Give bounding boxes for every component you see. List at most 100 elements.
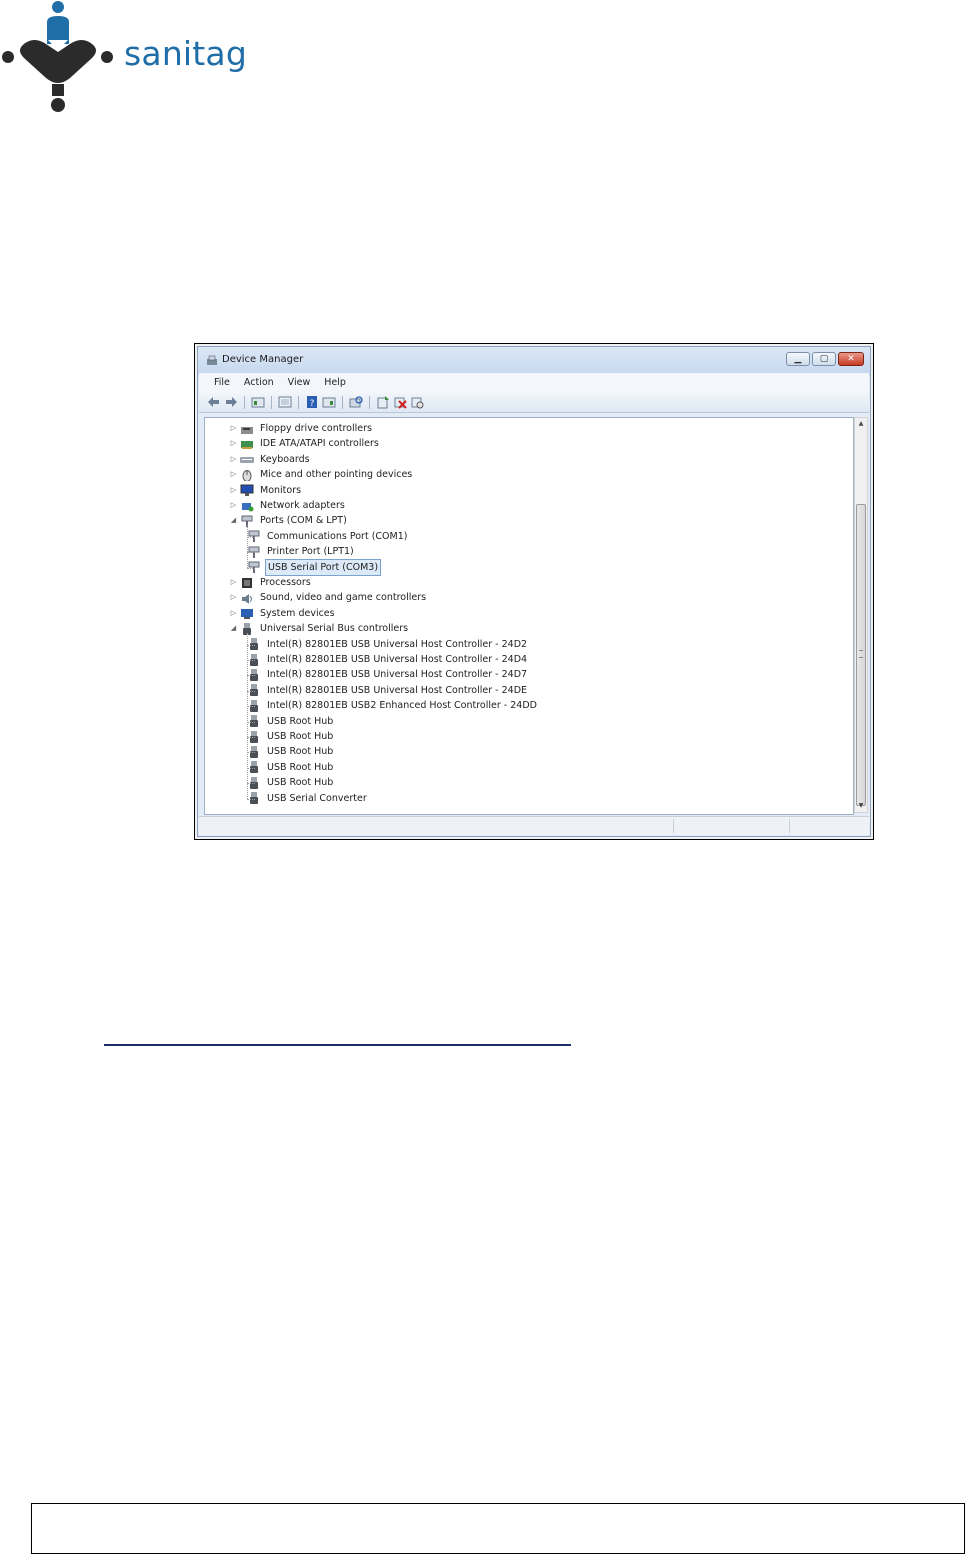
tree-category[interactable]: ▷ IDE ATA/ATAPI controllers [229,436,381,451]
tree-device[interactable]: Intel(R) 82801EB USB Universal Host Cont… [245,667,529,682]
tree-device[interactable]: Intel(R) 82801EB USB Universal Host Cont… [245,637,529,652]
maximize-button[interactable]: ▢ [812,352,836,366]
expand-arrow-icon[interactable]: ▷ [229,421,238,436]
tree-category[interactable]: ▷ System devices [229,606,337,621]
tree-connector [247,690,255,692]
toolbar-separator [244,395,245,409]
tree-device[interactable]: Intel(R) 82801EB USB Universal Host Cont… [245,683,529,698]
tree-item-label: USB Root Hub [267,731,334,742]
tree-category[interactable]: ▷ Monitors [229,483,303,498]
properties-icon[interactable] [251,395,265,409]
tree-item-label: Keyboards [260,453,310,465]
tree-category[interactable]: ▷ Network adapters [229,498,347,513]
ide-controller-icon [241,440,253,449]
tree-item-label: Intel(R) 82801EB USB Universal Host Cont… [267,684,528,696]
expand-arrow-icon[interactable]: ▷ [229,467,238,482]
back-arrow-icon[interactable] [207,395,221,409]
collapse-arrow-icon[interactable]: ◢ [229,621,238,636]
tree-device[interactable]: USB Serial Converter [245,791,369,806]
tree-category[interactable]: ▷ Mice and other pointing devices [229,467,414,482]
tree-item-label: USB Root Hub [267,777,334,789]
scroll-down-icon[interactable]: ▼ [855,800,867,812]
processor-icon [242,577,252,588]
maximize-icon: ▢ [819,354,829,364]
tree-item-label: System devices [260,607,335,619]
expand-arrow-icon[interactable]: ▷ [229,498,238,513]
title-bar[interactable]: Device Manager ▁ ▢ ✕ [198,347,870,373]
tree-item-label: USB Root Hub [267,746,334,758]
minimize-button[interactable]: ▁ [786,352,810,366]
tree-category[interactable]: ▷ Floppy drive controllers [229,421,374,436]
toolbar: ? [199,392,869,413]
tree-connector [247,798,255,800]
menu-help[interactable]: Help [317,377,353,388]
tree-device[interactable]: USB Root Hub [245,744,335,759]
expand-arrow-icon[interactable]: ▷ [229,606,238,621]
scan-hardware-icon[interactable] [349,395,363,409]
tree-category[interactable]: ▷ Keyboards [229,452,312,467]
expand-arrow-icon[interactable]: ▷ [229,590,238,605]
tree-device[interactable]: USB Root Hub [245,760,335,775]
monitor-icon [240,484,254,497]
tree-connector [247,721,255,723]
tree-category[interactable]: ◢ Universal Serial Bus controllers [229,621,410,636]
tree-item-label: Intel(R) 82801EB USB Universal Host Cont… [267,638,528,650]
tree-connector [247,767,255,769]
brand-name: sanitag [124,34,248,73]
tree-device[interactable]: USB Serial Port (COM3) [245,558,382,576]
status-bar-divider [789,819,790,833]
expand-arrow-icon[interactable]: ▷ [229,436,238,451]
expand-arrow-icon[interactable]: ▷ [229,575,238,590]
tree-category[interactable]: ▷ Sound, video and game controllers [229,590,428,605]
toolbar-separator [271,395,272,409]
tree-item-label: USB Root Hub [267,761,334,773]
tree-connector [247,660,255,661]
help-icon[interactable]: ? [305,395,319,409]
close-button[interactable]: ✕ [838,352,864,366]
scroll-up-icon[interactable]: ▲ [855,418,867,430]
tree-category[interactable]: ▷ Processors [229,575,313,590]
tree-connector [247,706,255,708]
expand-arrow-icon[interactable]: ▷ [229,452,238,467]
tree-device[interactable]: Communications Port (COM1) [245,529,409,544]
disable-icon[interactable] [410,395,424,409]
status-bar-divider [673,819,674,833]
footer-box [31,1503,965,1554]
collapse-arrow-icon[interactable]: ◢ [229,513,238,528]
tree-item-label: Intel(R) 82801EB USB Universal Host Cont… [267,669,528,681]
menu-file[interactable]: File [207,377,237,388]
tree-connector [247,633,248,799]
tree-device[interactable]: USB Root Hub [245,775,335,790]
mouse-icon [242,469,252,481]
menu-view[interactable]: View [281,377,318,388]
tree-connector [247,752,255,754]
vertical-scrollbar[interactable]: ▲ ▼ [854,417,868,813]
update-driver-icon[interactable] [376,395,390,409]
tree-device[interactable]: USB Root Hub [245,714,335,729]
svg-text:?: ? [310,399,315,409]
tree-item-label: USB Root Hub [267,715,334,727]
tree-device[interactable]: Intel(R) 82801EB USB2 Enhanced Host Cont… [245,698,539,713]
show-hide-console-tree-icon[interactable] [278,395,292,409]
device-manager-app-icon [207,355,217,365]
tree-device[interactable]: Printer Port (LPT1) [245,544,356,559]
network-adapter-icon [242,502,254,511]
menu-action[interactable]: Action [237,377,281,388]
tree-item-label: Network adapters [260,500,345,511]
tree-item-label: Intel(R) 82801EB USB Universal Host Cont… [267,654,528,665]
speaker-icon [242,593,252,604]
uninstall-icon[interactable] [393,395,407,409]
close-icon: ✕ [847,354,855,364]
scrollbar-grip [859,650,863,658]
tree-item-label: Mice and other pointing devices [260,469,413,481]
tree-device[interactable]: Intel(R) 82801EB USB Universal Host Cont… [245,652,529,667]
expand-arrow-icon[interactable]: ▷ [229,483,238,498]
device-manager-window: Device Manager ▁ ▢ ✕ File Action View He… [197,346,871,837]
forward-arrow-icon[interactable] [224,395,238,409]
view-icon[interactable] [322,395,336,409]
keyboard-icon [240,457,254,464]
tree-item-label: USB Serial Port (COM3) [265,558,382,576]
tree-device[interactable]: USB Root Hub [245,729,335,744]
minimize-icon: ▁ [794,354,802,364]
tree-item-label: IDE ATA/ATAPI controllers [260,438,379,450]
